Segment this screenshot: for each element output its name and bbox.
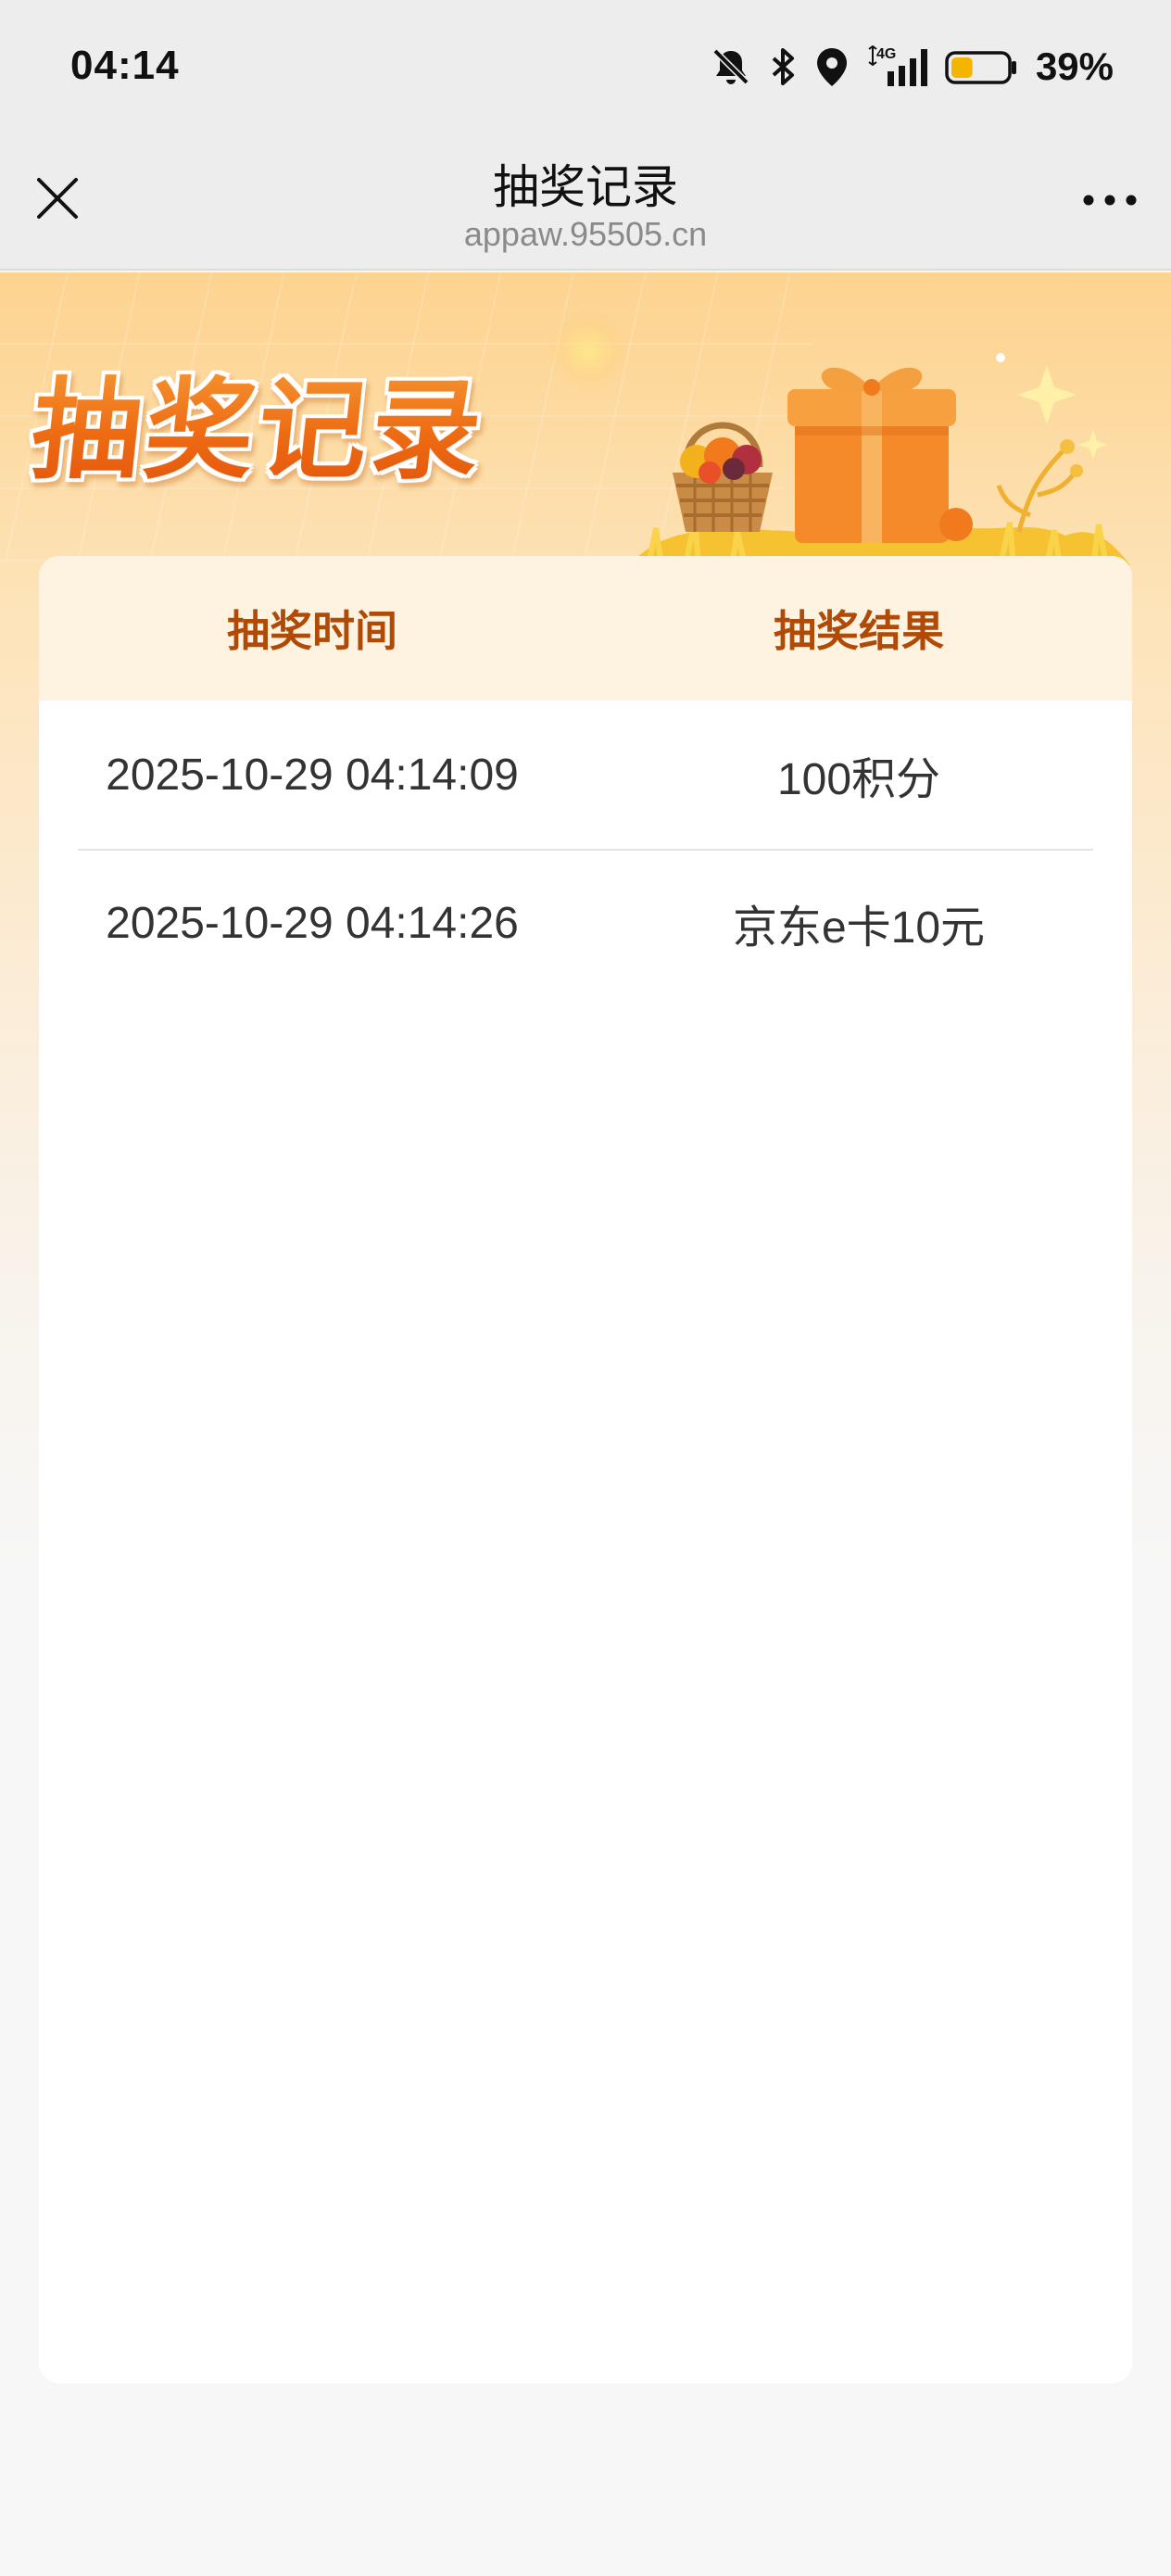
banner-title: 抽奖记录 bbox=[25, 341, 494, 499]
table-row: 2025-10-29 04:14:09 100积分 bbox=[39, 701, 1132, 849]
records-card: 抽奖时间 抽奖结果 2025-10-29 04:14:09 100积分 2025… bbox=[39, 556, 1132, 2383]
signal-icon: 4G bbox=[867, 45, 928, 88]
page-title: 抽奖记录 bbox=[493, 160, 678, 214]
status-icons: 4G 39% bbox=[710, 41, 1114, 93]
location-icon bbox=[813, 45, 850, 88]
battery-percent: 39% bbox=[1035, 44, 1114, 88]
records-list: 2025-10-29 04:14:09 100积分 2025-10-29 04:… bbox=[39, 701, 1132, 997]
table-header: 抽奖时间 抽奖结果 bbox=[39, 556, 1132, 701]
status-time: 04:14 bbox=[70, 43, 180, 88]
draw-result: 京东e卡10元 bbox=[732, 903, 986, 953]
gift-basket-illustration bbox=[630, 353, 1130, 565]
more-button[interactable] bbox=[1077, 174, 1143, 226]
table-row: 2025-10-29 04:14:26 京东e卡10元 bbox=[39, 849, 1132, 997]
draw-result: 100积分 bbox=[776, 755, 941, 804]
battery-icon bbox=[945, 45, 1019, 88]
more-icon bbox=[1083, 195, 1137, 206]
page-domain: appaw.95505.cn bbox=[463, 215, 708, 253]
status-bar: 04:14 4G 39% bbox=[0, 0, 1171, 137]
bluetooth-icon bbox=[769, 45, 797, 88]
mute-bell-icon bbox=[710, 45, 752, 88]
column-header-time: 抽奖时间 bbox=[227, 606, 397, 656]
column-header-result: 抽奖结果 bbox=[774, 606, 944, 656]
draw-time: 2025-10-29 04:14:09 bbox=[106, 750, 519, 800]
nav-bar: 抽奖记录 appaw.95505.cn bbox=[0, 137, 1171, 271]
banner-glow bbox=[547, 309, 630, 393]
network-label: 4G bbox=[876, 46, 896, 62]
draw-time: 2025-10-29 04:14:26 bbox=[106, 898, 519, 948]
banner: 抽奖记录 bbox=[0, 272, 1171, 565]
